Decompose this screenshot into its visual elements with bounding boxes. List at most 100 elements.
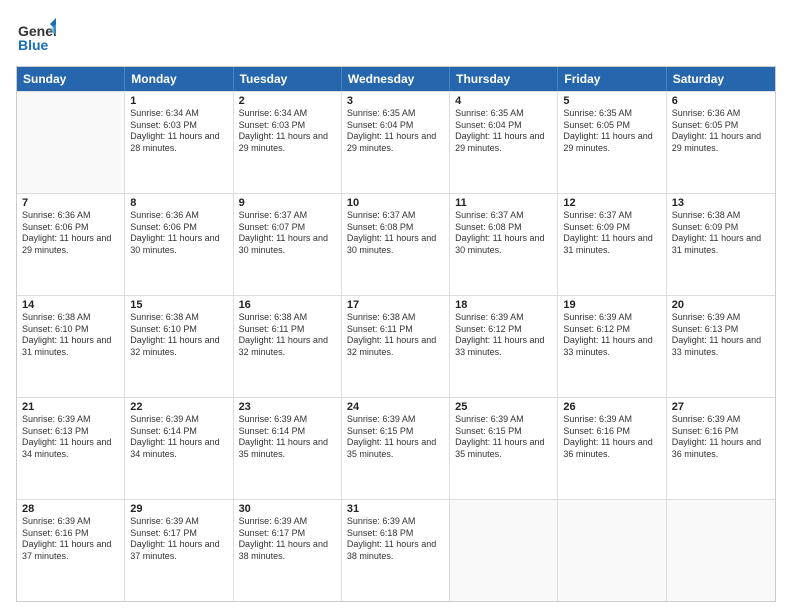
day-number: 14 bbox=[22, 299, 119, 311]
calendar-row: 1Sunrise: 6:34 AM Sunset: 6:03 PM Daylig… bbox=[17, 91, 775, 193]
day-number: 29 bbox=[130, 503, 227, 515]
calendar-cell: 22Sunrise: 6:39 AM Sunset: 6:14 PM Dayli… bbox=[125, 398, 233, 499]
calendar-cell bbox=[558, 500, 666, 601]
calendar-cell: 6Sunrise: 6:36 AM Sunset: 6:05 PM Daylig… bbox=[667, 92, 775, 193]
day-number: 22 bbox=[130, 401, 227, 413]
calendar-header: SundayMondayTuesdayWednesdayThursdayFrid… bbox=[17, 67, 775, 91]
cell-info: Sunrise: 6:39 AM Sunset: 6:15 PM Dayligh… bbox=[347, 414, 444, 461]
cell-info: Sunrise: 6:39 AM Sunset: 6:18 PM Dayligh… bbox=[347, 516, 444, 563]
day-number: 18 bbox=[455, 299, 552, 311]
calendar-cell: 10Sunrise: 6:37 AM Sunset: 6:08 PM Dayli… bbox=[342, 194, 450, 295]
day-number: 9 bbox=[239, 197, 336, 209]
day-number: 28 bbox=[22, 503, 119, 515]
cell-info: Sunrise: 6:38 AM Sunset: 6:11 PM Dayligh… bbox=[239, 312, 336, 359]
calendar-cell: 2Sunrise: 6:34 AM Sunset: 6:03 PM Daylig… bbox=[234, 92, 342, 193]
calendar-cell: 11Sunrise: 6:37 AM Sunset: 6:08 PM Dayli… bbox=[450, 194, 558, 295]
calendar-cell bbox=[17, 92, 125, 193]
cell-info: Sunrise: 6:34 AM Sunset: 6:03 PM Dayligh… bbox=[239, 108, 336, 155]
calendar-cell: 27Sunrise: 6:39 AM Sunset: 6:16 PM Dayli… bbox=[667, 398, 775, 499]
day-number: 3 bbox=[347, 95, 444, 107]
day-number: 30 bbox=[239, 503, 336, 515]
day-number: 6 bbox=[672, 95, 770, 107]
day-number: 8 bbox=[130, 197, 227, 209]
cell-info: Sunrise: 6:37 AM Sunset: 6:08 PM Dayligh… bbox=[347, 210, 444, 257]
calendar-header-cell: Wednesday bbox=[342, 67, 450, 91]
day-number: 27 bbox=[672, 401, 770, 413]
cell-info: Sunrise: 6:39 AM Sunset: 6:16 PM Dayligh… bbox=[22, 516, 119, 563]
calendar-cell: 4Sunrise: 6:35 AM Sunset: 6:04 PM Daylig… bbox=[450, 92, 558, 193]
day-number: 17 bbox=[347, 299, 444, 311]
cell-info: Sunrise: 6:38 AM Sunset: 6:10 PM Dayligh… bbox=[130, 312, 227, 359]
calendar-body: 1Sunrise: 6:34 AM Sunset: 6:03 PM Daylig… bbox=[17, 91, 775, 601]
svg-text:Blue: Blue bbox=[18, 37, 49, 53]
cell-info: Sunrise: 6:38 AM Sunset: 6:11 PM Dayligh… bbox=[347, 312, 444, 359]
cell-info: Sunrise: 6:39 AM Sunset: 6:16 PM Dayligh… bbox=[563, 414, 660, 461]
day-number: 5 bbox=[563, 95, 660, 107]
day-number: 24 bbox=[347, 401, 444, 413]
calendar-cell bbox=[450, 500, 558, 601]
cell-info: Sunrise: 6:39 AM Sunset: 6:17 PM Dayligh… bbox=[130, 516, 227, 563]
cell-info: Sunrise: 6:39 AM Sunset: 6:17 PM Dayligh… bbox=[239, 516, 336, 563]
calendar-header-cell: Friday bbox=[558, 67, 666, 91]
day-number: 15 bbox=[130, 299, 227, 311]
cell-info: Sunrise: 6:37 AM Sunset: 6:07 PM Dayligh… bbox=[239, 210, 336, 257]
calendar-cell: 30Sunrise: 6:39 AM Sunset: 6:17 PM Dayli… bbox=[234, 500, 342, 601]
day-number: 13 bbox=[672, 197, 770, 209]
calendar: SundayMondayTuesdayWednesdayThursdayFrid… bbox=[16, 66, 776, 602]
day-number: 12 bbox=[563, 197, 660, 209]
day-number: 31 bbox=[347, 503, 444, 515]
cell-info: Sunrise: 6:38 AM Sunset: 6:09 PM Dayligh… bbox=[672, 210, 770, 257]
calendar-cell: 26Sunrise: 6:39 AM Sunset: 6:16 PM Dayli… bbox=[558, 398, 666, 499]
calendar-cell: 12Sunrise: 6:37 AM Sunset: 6:09 PM Dayli… bbox=[558, 194, 666, 295]
cell-info: Sunrise: 6:38 AM Sunset: 6:10 PM Dayligh… bbox=[22, 312, 119, 359]
page: General Blue SundayMondayTuesdayWednesda… bbox=[0, 0, 792, 612]
calendar-header-cell: Sunday bbox=[17, 67, 125, 91]
cell-info: Sunrise: 6:36 AM Sunset: 6:05 PM Dayligh… bbox=[672, 108, 770, 155]
calendar-cell: 8Sunrise: 6:36 AM Sunset: 6:06 PM Daylig… bbox=[125, 194, 233, 295]
calendar-cell: 14Sunrise: 6:38 AM Sunset: 6:10 PM Dayli… bbox=[17, 296, 125, 397]
calendar-cell: 24Sunrise: 6:39 AM Sunset: 6:15 PM Dayli… bbox=[342, 398, 450, 499]
cell-info: Sunrise: 6:39 AM Sunset: 6:13 PM Dayligh… bbox=[672, 312, 770, 359]
day-number: 11 bbox=[455, 197, 552, 209]
calendar-cell: 20Sunrise: 6:39 AM Sunset: 6:13 PM Dayli… bbox=[667, 296, 775, 397]
cell-info: Sunrise: 6:34 AM Sunset: 6:03 PM Dayligh… bbox=[130, 108, 227, 155]
calendar-cell bbox=[667, 500, 775, 601]
cell-info: Sunrise: 6:39 AM Sunset: 6:16 PM Dayligh… bbox=[672, 414, 770, 461]
calendar-row: 14Sunrise: 6:38 AM Sunset: 6:10 PM Dayli… bbox=[17, 295, 775, 397]
calendar-cell: 7Sunrise: 6:36 AM Sunset: 6:06 PM Daylig… bbox=[17, 194, 125, 295]
calendar-row: 21Sunrise: 6:39 AM Sunset: 6:13 PM Dayli… bbox=[17, 397, 775, 499]
cell-info: Sunrise: 6:39 AM Sunset: 6:14 PM Dayligh… bbox=[130, 414, 227, 461]
day-number: 23 bbox=[239, 401, 336, 413]
calendar-cell: 31Sunrise: 6:39 AM Sunset: 6:18 PM Dayli… bbox=[342, 500, 450, 601]
cell-info: Sunrise: 6:35 AM Sunset: 6:04 PM Dayligh… bbox=[455, 108, 552, 155]
calendar-cell: 1Sunrise: 6:34 AM Sunset: 6:03 PM Daylig… bbox=[125, 92, 233, 193]
cell-info: Sunrise: 6:39 AM Sunset: 6:15 PM Dayligh… bbox=[455, 414, 552, 461]
day-number: 2 bbox=[239, 95, 336, 107]
calendar-row: 28Sunrise: 6:39 AM Sunset: 6:16 PM Dayli… bbox=[17, 499, 775, 601]
header: General Blue bbox=[16, 16, 776, 56]
logo: General Blue bbox=[16, 16, 56, 56]
cell-info: Sunrise: 6:37 AM Sunset: 6:08 PM Dayligh… bbox=[455, 210, 552, 257]
day-number: 21 bbox=[22, 401, 119, 413]
day-number: 7 bbox=[22, 197, 119, 209]
calendar-cell: 23Sunrise: 6:39 AM Sunset: 6:14 PM Dayli… bbox=[234, 398, 342, 499]
calendar-cell: 3Sunrise: 6:35 AM Sunset: 6:04 PM Daylig… bbox=[342, 92, 450, 193]
calendar-header-cell: Monday bbox=[125, 67, 233, 91]
calendar-cell: 15Sunrise: 6:38 AM Sunset: 6:10 PM Dayli… bbox=[125, 296, 233, 397]
day-number: 19 bbox=[563, 299, 660, 311]
day-number: 16 bbox=[239, 299, 336, 311]
calendar-cell: 28Sunrise: 6:39 AM Sunset: 6:16 PM Dayli… bbox=[17, 500, 125, 601]
cell-info: Sunrise: 6:36 AM Sunset: 6:06 PM Dayligh… bbox=[130, 210, 227, 257]
day-number: 4 bbox=[455, 95, 552, 107]
day-number: 10 bbox=[347, 197, 444, 209]
day-number: 25 bbox=[455, 401, 552, 413]
calendar-header-cell: Saturday bbox=[667, 67, 775, 91]
calendar-cell: 17Sunrise: 6:38 AM Sunset: 6:11 PM Dayli… bbox=[342, 296, 450, 397]
cell-info: Sunrise: 6:37 AM Sunset: 6:09 PM Dayligh… bbox=[563, 210, 660, 257]
calendar-cell: 18Sunrise: 6:39 AM Sunset: 6:12 PM Dayli… bbox=[450, 296, 558, 397]
cell-info: Sunrise: 6:39 AM Sunset: 6:13 PM Dayligh… bbox=[22, 414, 119, 461]
calendar-cell: 19Sunrise: 6:39 AM Sunset: 6:12 PM Dayli… bbox=[558, 296, 666, 397]
calendar-cell: 5Sunrise: 6:35 AM Sunset: 6:05 PM Daylig… bbox=[558, 92, 666, 193]
calendar-cell: 29Sunrise: 6:39 AM Sunset: 6:17 PM Dayli… bbox=[125, 500, 233, 601]
cell-info: Sunrise: 6:39 AM Sunset: 6:14 PM Dayligh… bbox=[239, 414, 336, 461]
